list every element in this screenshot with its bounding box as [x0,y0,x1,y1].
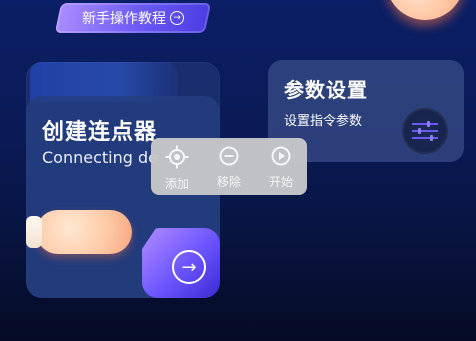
arrow-right-circle-icon: → [170,11,184,25]
create-card-subtitle: Connecting de [42,148,158,167]
tutorial-button[interactable]: 新手操作教程 → [54,3,212,33]
create-card-title: 创建连点器 [42,120,158,145]
settings-card-title: 参数设置 [284,78,368,102]
menu-add-button[interactable]: 添加 [153,145,201,192]
minus-circle-icon [219,146,239,166]
tutorial-label: 新手操作教程 [82,11,166,27]
floating-action-menu: 添加 移除 开始 [151,138,307,195]
menu-start-label: 开始 [268,175,293,189]
target-icon [165,145,189,169]
menu-remove-label: 移除 [216,175,241,189]
play-circle-icon [271,146,291,166]
arrow-right-circle-icon[interactable]: → [172,250,206,284]
hand-pointer-illustration [26,210,132,254]
menu-remove-button[interactable]: 移除 [205,145,253,190]
menu-start-button[interactable]: 开始 [257,145,305,190]
settings-card-subtitle: 设置指令参数 [284,114,363,129]
hand-illustration-top [386,0,464,20]
sliders-icon [402,108,448,154]
menu-add-label: 添加 [164,177,189,191]
